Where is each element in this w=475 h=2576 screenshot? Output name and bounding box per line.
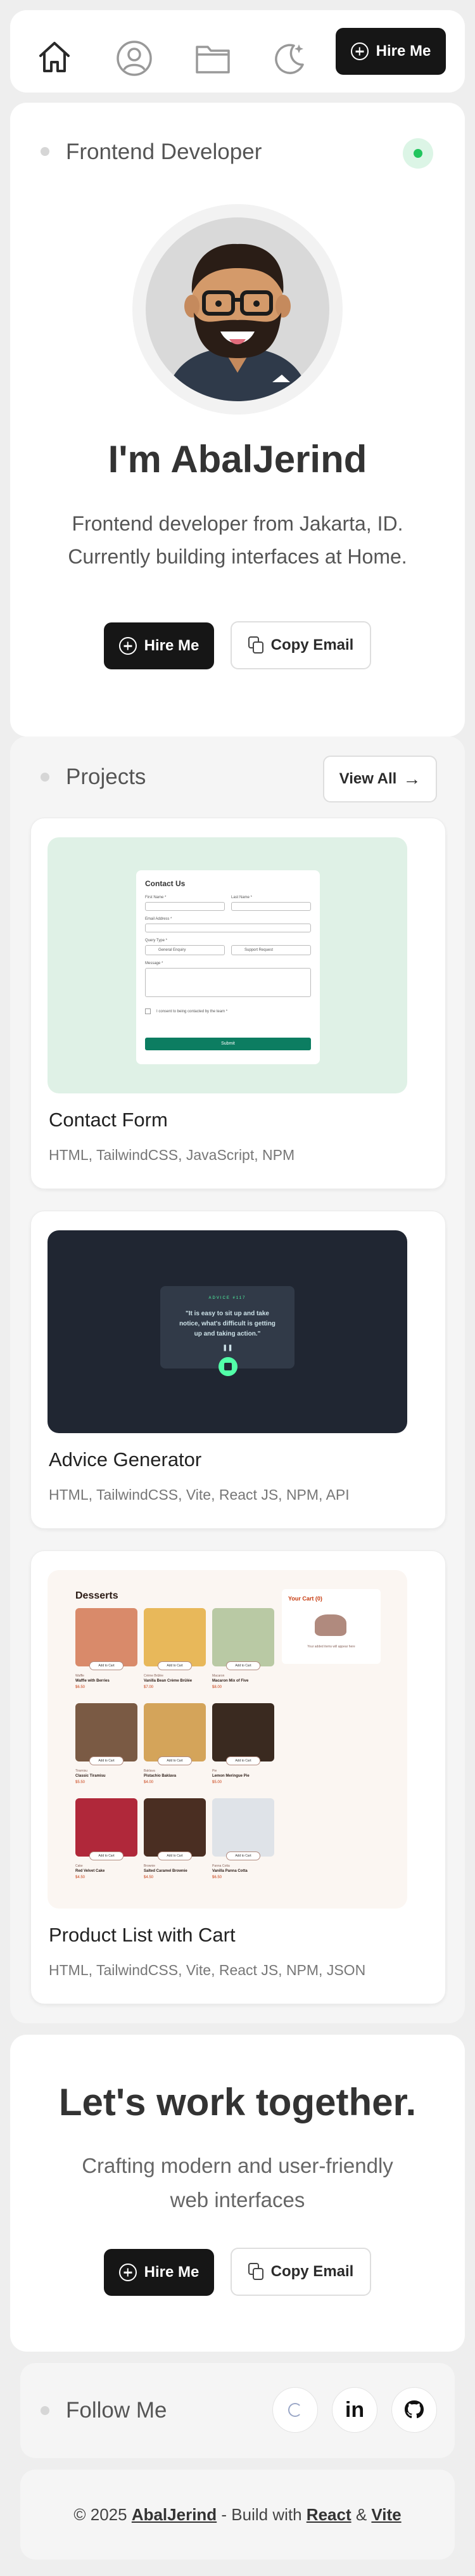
contact-form-preview: Contact Us First Name * Last Name * Emai…: [136, 870, 320, 1064]
plus-circle-icon: [118, 637, 137, 655]
website-icon: [288, 2403, 302, 2417]
hero-copy-label: Copy Email: [270, 636, 354, 654]
add-to-cart-chip: Add to Cart: [158, 1756, 192, 1765]
pause-divider-icon: ❚❚: [222, 1344, 233, 1351]
follow-card: Follow Me in: [20, 2363, 455, 2458]
project-name: Product List with Cart: [49, 1924, 236, 1946]
add-to-cart-chip: Add to Cart: [89, 1661, 124, 1670]
add-to-cart-chip: Add to Cart: [158, 1852, 192, 1860]
dessert-image: [212, 1703, 274, 1761]
hero-copy-email-button[interactable]: Copy Email: [231, 621, 371, 669]
footer-card: © 2025 AbalJerind - Build with React & V…: [20, 2470, 455, 2560]
project-tech: HTML, TailwindCSS, JavaScript, NPM: [49, 1147, 295, 1163]
copy-icon: [248, 2263, 265, 2281]
cta-line-2: web interfaces: [170, 2188, 305, 2212]
dessert-image: [144, 1703, 206, 1761]
cta-section: Let's work together. Crafting modern and…: [10, 2035, 465, 2352]
footer-author-link[interactable]: AbalJerind: [132, 2505, 217, 2525]
dessert-image: [75, 1608, 137, 1666]
dessert-item: Add to Cart Cake Red Velvet Cake $4.50: [75, 1798, 137, 1887]
dessert-item: Add to Cart Panna Cotta Vanilla Panna Cott…: [212, 1798, 274, 1887]
dessert-image: [144, 1608, 206, 1666]
hero-hire-button[interactable]: Hire Me: [104, 622, 214, 669]
dessert-item: Add to Cart Pie Lemon Meringue Pie $5.00: [212, 1703, 274, 1792]
hero-hire-label: Hire Me: [144, 637, 200, 654]
dessert-item: Add to Cart Crème Brûlée Vanilla Bean Crèm…: [144, 1608, 206, 1697]
follow-dot: [41, 2406, 49, 2415]
projects-dot: [41, 773, 49, 782]
footer-react-link[interactable]: React: [307, 2505, 352, 2525]
add-to-cart-chip: Add to Cart: [226, 1756, 260, 1765]
avatar: [132, 204, 343, 415]
cta-line-1: Crafting modern and user-friendly: [82, 2154, 393, 2177]
plus-circle-icon: [350, 42, 369, 60]
dice-button-preview: [218, 1357, 238, 1376]
arrow-right-icon: →: [403, 769, 421, 789]
dessert-item: Add to Cart Macaron Macaron Mix of Five $8.…: [212, 1608, 274, 1697]
copy-icon: [248, 636, 265, 654]
dessert-item: Add to Cart Baklava Pistachio Baklava $4.00: [144, 1703, 206, 1792]
empty-cart-illustration: [315, 1614, 346, 1636]
add-to-cart-chip: Add to Cart: [226, 1661, 260, 1670]
dessert-image: [144, 1798, 206, 1857]
status-indicator: [403, 138, 433, 169]
linkedin-icon: in: [345, 2397, 365, 2422]
view-all-label: View All: [339, 770, 397, 787]
dark-mode-icon[interactable]: [270, 39, 309, 79]
add-to-cart-chip: Add to Cart: [89, 1756, 124, 1765]
role-dot: [41, 147, 49, 156]
project-tech: HTML, TailwindCSS, Vite, React JS, NPM, …: [49, 1486, 350, 1503]
cta-hire-label: Hire Me: [144, 2264, 200, 2281]
projects-title: Projects: [66, 764, 146, 789]
plus-circle-icon: [118, 2264, 137, 2281]
project-thumbnail: Contact Us First Name * Last Name * Emai…: [48, 837, 407, 1093]
dessert-image: [75, 1703, 137, 1761]
footer-vite-link[interactable]: Vite: [371, 2505, 401, 2525]
nav-hire-label: Hire Me: [376, 42, 431, 60]
project-tech: HTML, TailwindCSS, Vite, React JS, NPM, …: [49, 1962, 366, 1978]
footer-middle: - Build with: [217, 2504, 307, 2524]
dessert-item: Add to Cart Brownie Salted Caramel Brownie…: [144, 1798, 206, 1887]
add-to-cart-chip: Add to Cart: [226, 1852, 260, 1860]
add-to-cart-chip: Add to Cart: [158, 1661, 192, 1670]
cta-copy-label: Copy Email: [270, 2263, 354, 2280]
footer-prefix: © 2025: [73, 2504, 132, 2524]
hero-line-2: Currently building interfaces at Home.: [68, 545, 407, 568]
dessert-image: [212, 1798, 274, 1857]
add-to-cart-chip: Add to Cart: [89, 1852, 124, 1860]
social-link-github[interactable]: [391, 2387, 437, 2433]
profile-icon[interactable]: [115, 39, 153, 77]
view-all-button[interactable]: View All →: [323, 756, 437, 802]
nav-hire-button[interactable]: Hire Me: [336, 28, 446, 75]
dessert-item: Add to Cart Waffle Waffle with Berries $6.5…: [75, 1608, 137, 1697]
advice-preview: ADVICE #117 "It is easy to sit up and ta…: [160, 1286, 294, 1368]
footer-amp: &: [351, 2504, 372, 2524]
social-link-linkedin[interactable]: in: [332, 2387, 377, 2433]
project-card-product-list[interactable]: Desserts Add to Cart Waffle Waffle with Be…: [30, 1550, 446, 2004]
hero-line-1: Frontend developer from Jakarta, ID.: [72, 512, 403, 535]
dessert-image: [212, 1608, 274, 1666]
folder-icon[interactable]: [194, 42, 232, 76]
cta-copy-email-button[interactable]: Copy Email: [231, 2248, 371, 2296]
github-icon: [405, 2400, 424, 2418]
top-nav: Hire Me: [10, 10, 465, 93]
project-card-advice-generator[interactable]: ADVICE #117 "It is easy to sit up and ta…: [30, 1211, 446, 1529]
cart-preview: Your Cart (0) Your added items will appe…: [282, 1589, 381, 1664]
project-thumbnail: Desserts Add to Cart Waffle Waffle with Be…: [48, 1570, 407, 1909]
social-link-website[interactable]: [272, 2387, 318, 2433]
follow-title: Follow Me: [66, 2398, 167, 2423]
project-thumbnail: ADVICE #117 "It is easy to sit up and ta…: [48, 1230, 407, 1433]
dessert-image: [75, 1798, 137, 1857]
home-icon[interactable]: [35, 38, 73, 76]
project-name: Contact Form: [49, 1109, 168, 1131]
role-title: Frontend Developer: [66, 139, 262, 164]
cta-hire-button[interactable]: Hire Me: [104, 2249, 214, 2296]
cta-heading: Let's work together.: [58, 2081, 417, 2123]
project-name: Advice Generator: [49, 1448, 202, 1471]
project-card-contact-form[interactable]: Contact Us First Name * Last Name * Emai…: [30, 818, 446, 1189]
dessert-item: Add to Cart Tiramisu Classic Tiramisu $5.50: [75, 1703, 137, 1792]
projects-panel: Projects View All → Contact Us First Nam…: [10, 737, 465, 2023]
hero-card: Frontend Developer I'm AbalJerind Fronte…: [10, 103, 465, 737]
hero-heading: I'm AbalJerind: [108, 438, 367, 480]
